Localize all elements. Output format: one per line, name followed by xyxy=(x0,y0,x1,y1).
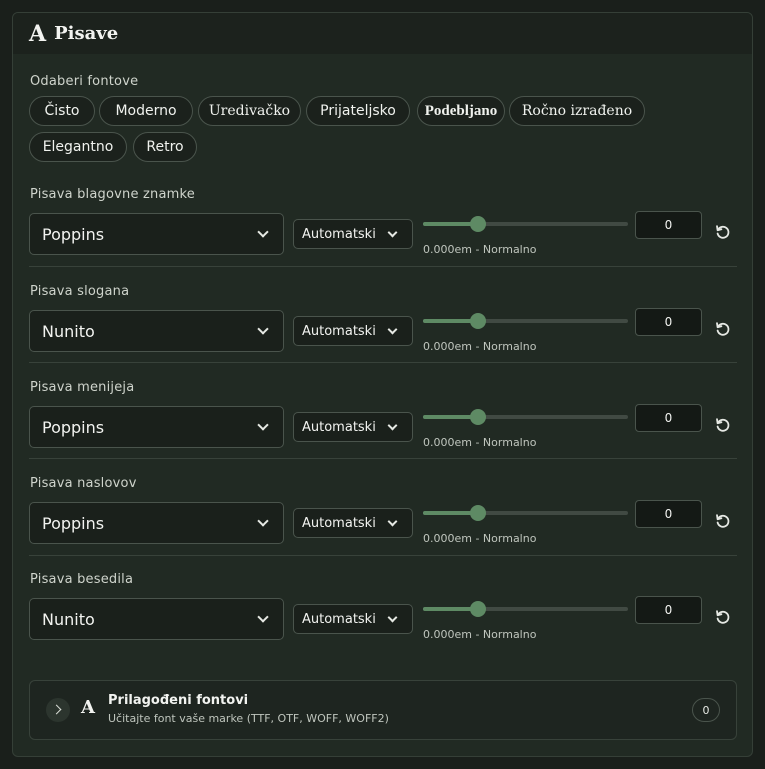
font-weight-value: Automatski xyxy=(302,226,376,242)
slider-thumb[interactable] xyxy=(470,601,487,617)
font-family-select[interactable]: Nunito xyxy=(29,598,284,640)
reset-icon[interactable] xyxy=(714,608,732,626)
font-family-select[interactable]: Poppins xyxy=(29,213,284,255)
font-family-select[interactable]: Nunito xyxy=(29,310,284,352)
custom-fonts-title: Prilagođeni fontovi xyxy=(108,693,249,708)
panel-header: A Pisave xyxy=(13,13,752,54)
font-weight-value: Automatski xyxy=(302,515,376,531)
chevron-down-icon xyxy=(387,227,398,238)
font-family-value: Poppins xyxy=(42,513,105,533)
font-row: Pisava besedila Nunito Automatski 0.000e… xyxy=(29,572,737,668)
row-divider xyxy=(29,458,737,459)
font-family-select[interactable]: Poppins xyxy=(29,406,284,448)
letter-spacing-caption: 0.000em - Normalno xyxy=(423,436,537,449)
slider-thumb[interactable] xyxy=(470,313,487,329)
letter-spacing-slider[interactable] xyxy=(423,216,628,232)
font-family-value: Poppins xyxy=(42,224,105,244)
font-weight-select[interactable]: Automatski xyxy=(293,219,413,249)
letter-spacing-caption: 0.000em - Normalno xyxy=(423,340,537,353)
preset-chip-moderno[interactable]: Moderno xyxy=(99,96,193,126)
chevron-down-icon xyxy=(257,611,269,623)
chevron-down-icon xyxy=(257,515,269,527)
font-family-select[interactable]: Poppins xyxy=(29,502,284,544)
slider-thumb[interactable] xyxy=(470,409,487,425)
preset-chip-retro[interactable]: Retro xyxy=(133,132,197,162)
preset-chip-cisto[interactable]: Čisto xyxy=(29,96,95,126)
panel-title: Pisave xyxy=(54,23,119,44)
font-family-value: Nunito xyxy=(42,321,95,341)
preset-chip-uredivacko[interactable]: Uredivačko xyxy=(198,96,301,126)
font-family-value: Nunito xyxy=(42,609,95,629)
chevron-down-icon xyxy=(387,420,398,431)
chevron-right-icon xyxy=(51,704,62,715)
row-label: Pisava slogana xyxy=(30,284,130,299)
letter-spacing-slider[interactable] xyxy=(423,313,628,329)
letter-spacing-caption: 0.000em - Normalno xyxy=(423,243,537,256)
font-row: Pisava naslovov Poppins Automatski 0.000… xyxy=(29,476,737,572)
custom-fonts-subtitle: Učitajte font vaše marke (TTF, OTF, WOFF… xyxy=(108,712,389,725)
letter-spacing-input[interactable]: 0 xyxy=(635,500,702,528)
letter-spacing-slider[interactable] xyxy=(423,505,628,521)
font-weight-select[interactable]: Automatski xyxy=(293,412,413,442)
row-label: Pisava naslovov xyxy=(30,476,137,491)
chevron-down-icon xyxy=(257,419,269,431)
letter-spacing-input[interactable]: 0 xyxy=(635,596,702,624)
letter-spacing-caption: 0.000em - Normalno xyxy=(423,628,537,641)
letter-spacing-caption: 0.000em - Normalno xyxy=(423,532,537,545)
letter-spacing-slider[interactable] xyxy=(423,409,628,425)
slider-thumb[interactable] xyxy=(470,505,487,521)
chevron-down-icon xyxy=(387,612,398,623)
letter-spacing-input[interactable]: 0 xyxy=(635,404,702,432)
chevron-down-icon xyxy=(257,226,269,238)
reset-icon[interactable] xyxy=(714,512,732,530)
font-weight-select[interactable]: Automatski xyxy=(293,316,413,346)
row-divider xyxy=(29,266,737,267)
letter-spacing-slider[interactable] xyxy=(423,601,628,617)
row-label: Pisava blagovne znamke xyxy=(30,187,195,202)
preset-chip-podebljano[interactable]: Podebljano xyxy=(417,96,505,126)
expand-button[interactable] xyxy=(46,698,70,722)
custom-fonts-count-badge: 0 xyxy=(692,698,720,722)
font-weight-value: Automatski xyxy=(302,611,376,627)
row-label: Pisava menijeja xyxy=(30,380,135,395)
reset-icon[interactable] xyxy=(714,416,732,434)
letter-spacing-input[interactable]: 0 xyxy=(635,211,702,239)
preset-chip-elegantno[interactable]: Elegantno xyxy=(29,132,127,162)
fonts-panel: A Pisave Odaberi fontove Čisto Moderno U… xyxy=(12,12,753,757)
font-weight-select[interactable]: Automatski xyxy=(293,508,413,538)
chevron-down-icon xyxy=(387,324,398,335)
font-weight-select[interactable]: Automatski xyxy=(293,604,413,634)
row-label: Pisava besedila xyxy=(30,572,134,587)
preset-chip-prijateljsko[interactable]: Prijateljsko xyxy=(306,96,410,126)
row-divider xyxy=(29,555,737,556)
presets-label: Odaberi fontove xyxy=(30,74,139,89)
font-weight-value: Automatski xyxy=(302,323,376,339)
font-row: Pisava menijeja Poppins Automatski 0.000… xyxy=(29,380,737,476)
font-row: Pisava blagovne znamke Poppins Automatsk… xyxy=(29,187,737,283)
letter-spacing-input[interactable]: 0 xyxy=(635,308,702,336)
custom-fonts-section[interactable]: A Prilagođeni fontovi Učitajte font vaše… xyxy=(29,680,737,740)
chevron-down-icon xyxy=(257,323,269,335)
chevron-down-icon xyxy=(387,516,398,527)
preset-chip-rucno-izradeno[interactable]: Ročno izrađeno xyxy=(509,96,645,126)
row-divider xyxy=(29,362,737,363)
slider-thumb[interactable] xyxy=(470,216,487,232)
reset-icon[interactable] xyxy=(714,223,732,241)
font-row: Pisava slogana Nunito Automatski 0.000em… xyxy=(29,284,737,380)
font-icon: A xyxy=(29,20,47,47)
font-icon: A xyxy=(81,697,95,718)
font-weight-value: Automatski xyxy=(302,419,376,435)
reset-icon[interactable] xyxy=(714,320,732,338)
font-family-value: Poppins xyxy=(42,417,105,437)
